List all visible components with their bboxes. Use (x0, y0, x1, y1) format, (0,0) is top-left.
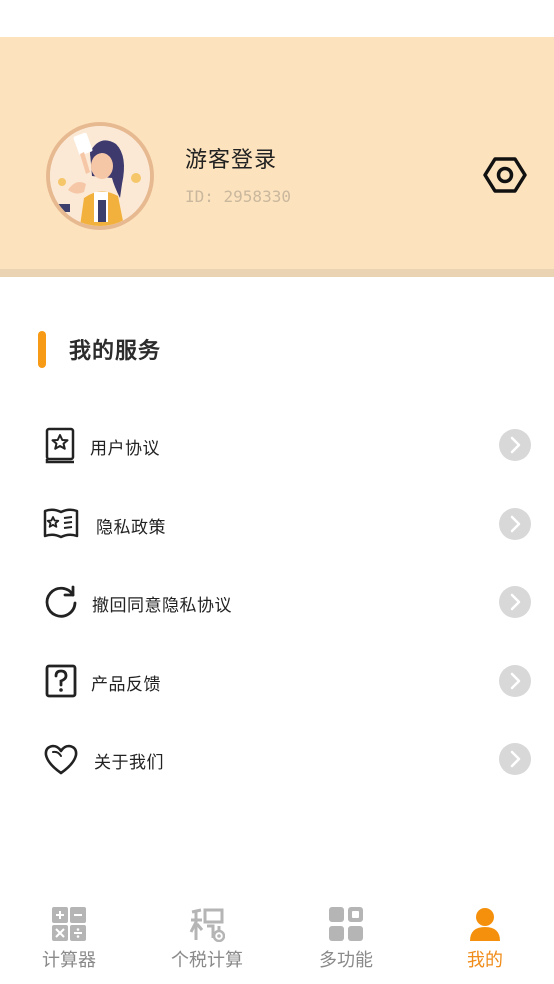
question-icon (42, 662, 80, 700)
menu-item-feedback[interactable]: 产品反馈 (0, 649, 554, 713)
person-icon (467, 906, 503, 942)
settings-hex-icon (483, 157, 527, 193)
menu-label: 撤回同意隐私协议 (92, 596, 232, 616)
section-accent-bar (38, 330, 46, 368)
menu-item-privacy-policy[interactable]: 隐私政策 (0, 492, 554, 556)
tab-multifunction[interactable]: 多功能 (277, 890, 415, 984)
refresh-icon (42, 583, 80, 621)
book-star-icon (42, 426, 80, 464)
chevron-right-icon (499, 665, 531, 697)
avatar-illustration (50, 126, 150, 226)
chevron-right-icon (499, 586, 531, 618)
username[interactable]: 游客登录 (185, 142, 277, 174)
tab-label: 我的 (467, 950, 503, 971)
calculator-icon (51, 906, 87, 942)
grid-icon (328, 906, 364, 942)
menu-item-withdraw-consent[interactable]: 撤回同意隐私协议 (0, 570, 554, 634)
profile-page: 游客登录 ID: 2958330 我的服务 用户协议 隐私政策 撤回同意隐私协议… (0, 0, 554, 984)
tab-label: 多功能 (319, 950, 373, 971)
chevron-right-icon (499, 743, 531, 775)
avatar[interactable] (46, 122, 154, 230)
tab-tax[interactable]: 个税计算 (138, 890, 276, 984)
chevron-right-icon (499, 429, 531, 461)
tab-label: 个税计算 (171, 950, 243, 971)
tax-icon (189, 906, 226, 943)
user-id: ID: 2958330 (185, 187, 291, 206)
services-title: 我的服务 (69, 339, 162, 364)
menu-label: 隐私政策 (96, 518, 166, 538)
menu-label: 用户协议 (90, 439, 160, 459)
privacy-book-icon (42, 505, 80, 543)
tab-mine[interactable]: 我的 (416, 890, 554, 984)
header-divider (0, 269, 554, 277)
tab-label: 计算器 (42, 950, 96, 971)
heart-icon (42, 740, 80, 778)
bottom-tab-bar: 计算器 个税计算 多功能 我的 (0, 890, 554, 984)
menu-label: 产品反馈 (91, 675, 161, 695)
status-bar (0, 0, 554, 37)
menu-item-user-agreement[interactable]: 用户协议 (0, 413, 554, 477)
menu-label: 关于我们 (94, 753, 164, 773)
tab-calculator[interactable]: 计算器 (0, 890, 138, 984)
menu-item-about-us[interactable]: 关于我们 (0, 727, 554, 791)
chevron-right-icon (499, 508, 531, 540)
settings-button[interactable] (482, 152, 528, 198)
services-section-header: 我的服务 (38, 330, 161, 368)
